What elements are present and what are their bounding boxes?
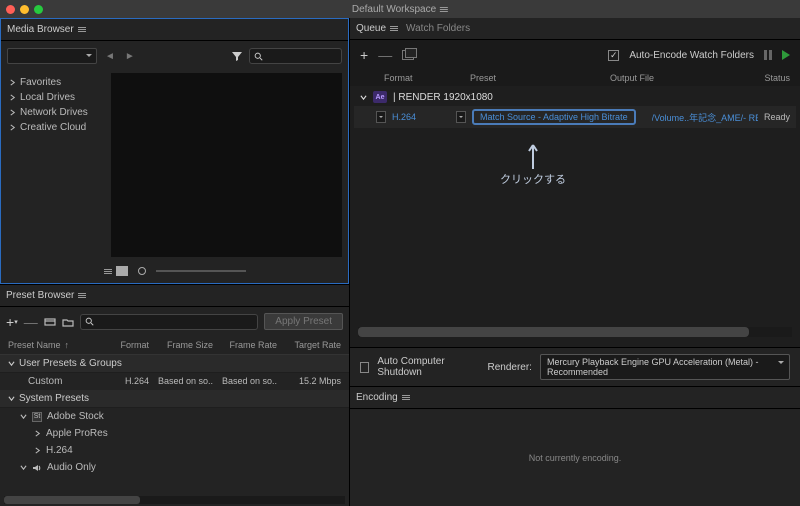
preset-group-user[interactable]: User Presets & Groups (0, 355, 349, 373)
panel-menu-icon[interactable] (78, 27, 86, 32)
comp-name: | RENDER 1920x1080 (393, 92, 493, 103)
duplicate-button[interactable] (402, 50, 414, 60)
tree-item-favorites[interactable]: Favorites (1, 75, 111, 90)
col-preset-name[interactable]: Preset Name (8, 340, 61, 350)
search-icon (254, 52, 263, 61)
format-link[interactable]: H.264 (392, 112, 450, 122)
output-path-link[interactable]: /Volume..年記念_AME/- RENDER 1920x1080.mp4 (652, 111, 758, 124)
speaker-icon (32, 463, 42, 473)
auto-encode-label: Auto-Encode Watch Folders (629, 50, 754, 61)
panel-menu-icon[interactable] (390, 26, 398, 31)
tree-item-creative-cloud[interactable]: Creative Cloud (1, 120, 111, 135)
pause-button[interactable] (764, 50, 772, 60)
start-queue-button[interactable] (782, 50, 790, 60)
media-browser-panel: Media Browser ◄ ► Favorites Local Drives (0, 18, 349, 284)
preset-category-audio[interactable]: Audio Only (0, 459, 349, 476)
auto-encode-checkbox[interactable] (608, 50, 619, 61)
preset-search-input[interactable] (80, 314, 259, 330)
panel-menu-icon[interactable] (402, 395, 410, 400)
preset-dropdown[interactable] (456, 111, 466, 123)
media-browser-tab[interactable]: Media Browser (7, 24, 86, 35)
hamburger-icon (440, 7, 448, 12)
nav-back-icon[interactable]: ◄ (103, 51, 117, 62)
media-source-dropdown[interactable] (7, 48, 97, 64)
filter-icon[interactable] (231, 50, 243, 62)
col-format: Format (360, 73, 470, 83)
col-status: Status (750, 73, 790, 83)
zoom-handle-icon[interactable] (138, 267, 146, 275)
queue-list: Ae | RENDER 1920x1080 H.264 Match Source… (350, 86, 800, 347)
add-preset-button[interactable]: +▾ (6, 314, 18, 330)
panel-menu-icon[interactable] (78, 293, 86, 298)
col-format[interactable]: Format (85, 340, 149, 350)
queue-tab[interactable]: Queue (356, 23, 398, 34)
col-preset: Preset (470, 73, 610, 83)
minimize-window-icon[interactable] (20, 5, 29, 14)
queue-comp-row[interactable]: Ae | RENDER 1920x1080 (354, 88, 796, 106)
status-text: Ready (764, 112, 790, 122)
window-controls (6, 5, 43, 14)
close-window-icon[interactable] (6, 5, 15, 14)
preset-scrollbar[interactable] (4, 496, 345, 504)
titlebar: Default Workspace (0, 0, 800, 18)
encoding-tab[interactable]: Encoding (356, 392, 410, 403)
apply-preset-button[interactable]: Apply Preset (264, 313, 343, 330)
auto-shutdown-checkbox[interactable] (360, 362, 369, 373)
queue-scrollbar[interactable] (358, 327, 792, 337)
after-effects-icon: Ae (373, 91, 387, 103)
preset-link[interactable]: Match Source - Adaptive High Bitrate (472, 109, 636, 125)
renderer-dropdown[interactable]: Mercury Playback Engine GPU Acceleration… (540, 354, 790, 380)
zoom-window-icon[interactable] (34, 5, 43, 14)
media-search-input[interactable] (249, 48, 342, 64)
encoding-panel: Encoding Not currently encoding. (350, 386, 800, 506)
nav-forward-icon[interactable]: ► (123, 51, 137, 62)
thumbnail-size-slider[interactable] (156, 270, 246, 272)
annotation-callout: クリックする (500, 141, 566, 187)
remove-source-button[interactable]: — (378, 47, 392, 63)
sort-asc-icon: ↑ (65, 340, 70, 350)
preset-category-h264[interactable]: H.264 (0, 442, 349, 459)
search-icon (85, 317, 94, 326)
preset-browser-tab[interactable]: Preset Browser (6, 290, 86, 301)
preset-group-system[interactable]: System Presets (0, 390, 349, 408)
chevron-down-icon (360, 94, 367, 101)
renderer-label: Renderer: (487, 362, 531, 373)
col-target-rate[interactable]: Target Rate (277, 340, 341, 350)
encoding-status: Not currently encoding. (350, 409, 800, 506)
preset-category-prores[interactable]: Apple ProRes (0, 425, 349, 442)
thumb-view-icon[interactable] (116, 266, 128, 276)
new-folder-icon[interactable] (62, 317, 74, 327)
list-view-icon[interactable] (104, 269, 112, 274)
tree-item-network-drives[interactable]: Network Drives (1, 105, 111, 120)
remove-preset-button[interactable]: — (24, 314, 38, 330)
preset-category-adobe-stock[interactable]: StAdobe Stock (0, 408, 349, 425)
workspace-label: Default Workspace (352, 4, 436, 15)
preset-settings-icon[interactable] (44, 317, 56, 327)
auto-shutdown-label: Auto Computer Shutdown (377, 356, 471, 378)
watch-folders-tab[interactable]: Watch Folders (406, 23, 470, 34)
adobe-stock-icon: St (32, 412, 42, 422)
media-preview-area[interactable] (111, 73, 342, 257)
preset-browser-panel: Preset Browser +▾ — Apply Preset Preset … (0, 284, 349, 506)
add-source-button[interactable]: + (360, 47, 368, 63)
media-tree: Favorites Local Drives Network Drives Cr… (1, 71, 111, 259)
col-output: Output File (610, 73, 750, 83)
queue-output-row[interactable]: H.264 Match Source - Adaptive High Bitra… (354, 106, 796, 128)
format-dropdown[interactable] (376, 111, 386, 123)
tree-item-local-drives[interactable]: Local Drives (1, 90, 111, 105)
workspace-selector[interactable]: Default Workspace (352, 4, 448, 15)
preset-row[interactable]: Custom H.264 Based on so.. Based on so..… (0, 373, 349, 390)
col-frame-size[interactable]: Frame Size (149, 340, 213, 350)
col-frame-rate[interactable]: Frame Rate (213, 340, 277, 350)
